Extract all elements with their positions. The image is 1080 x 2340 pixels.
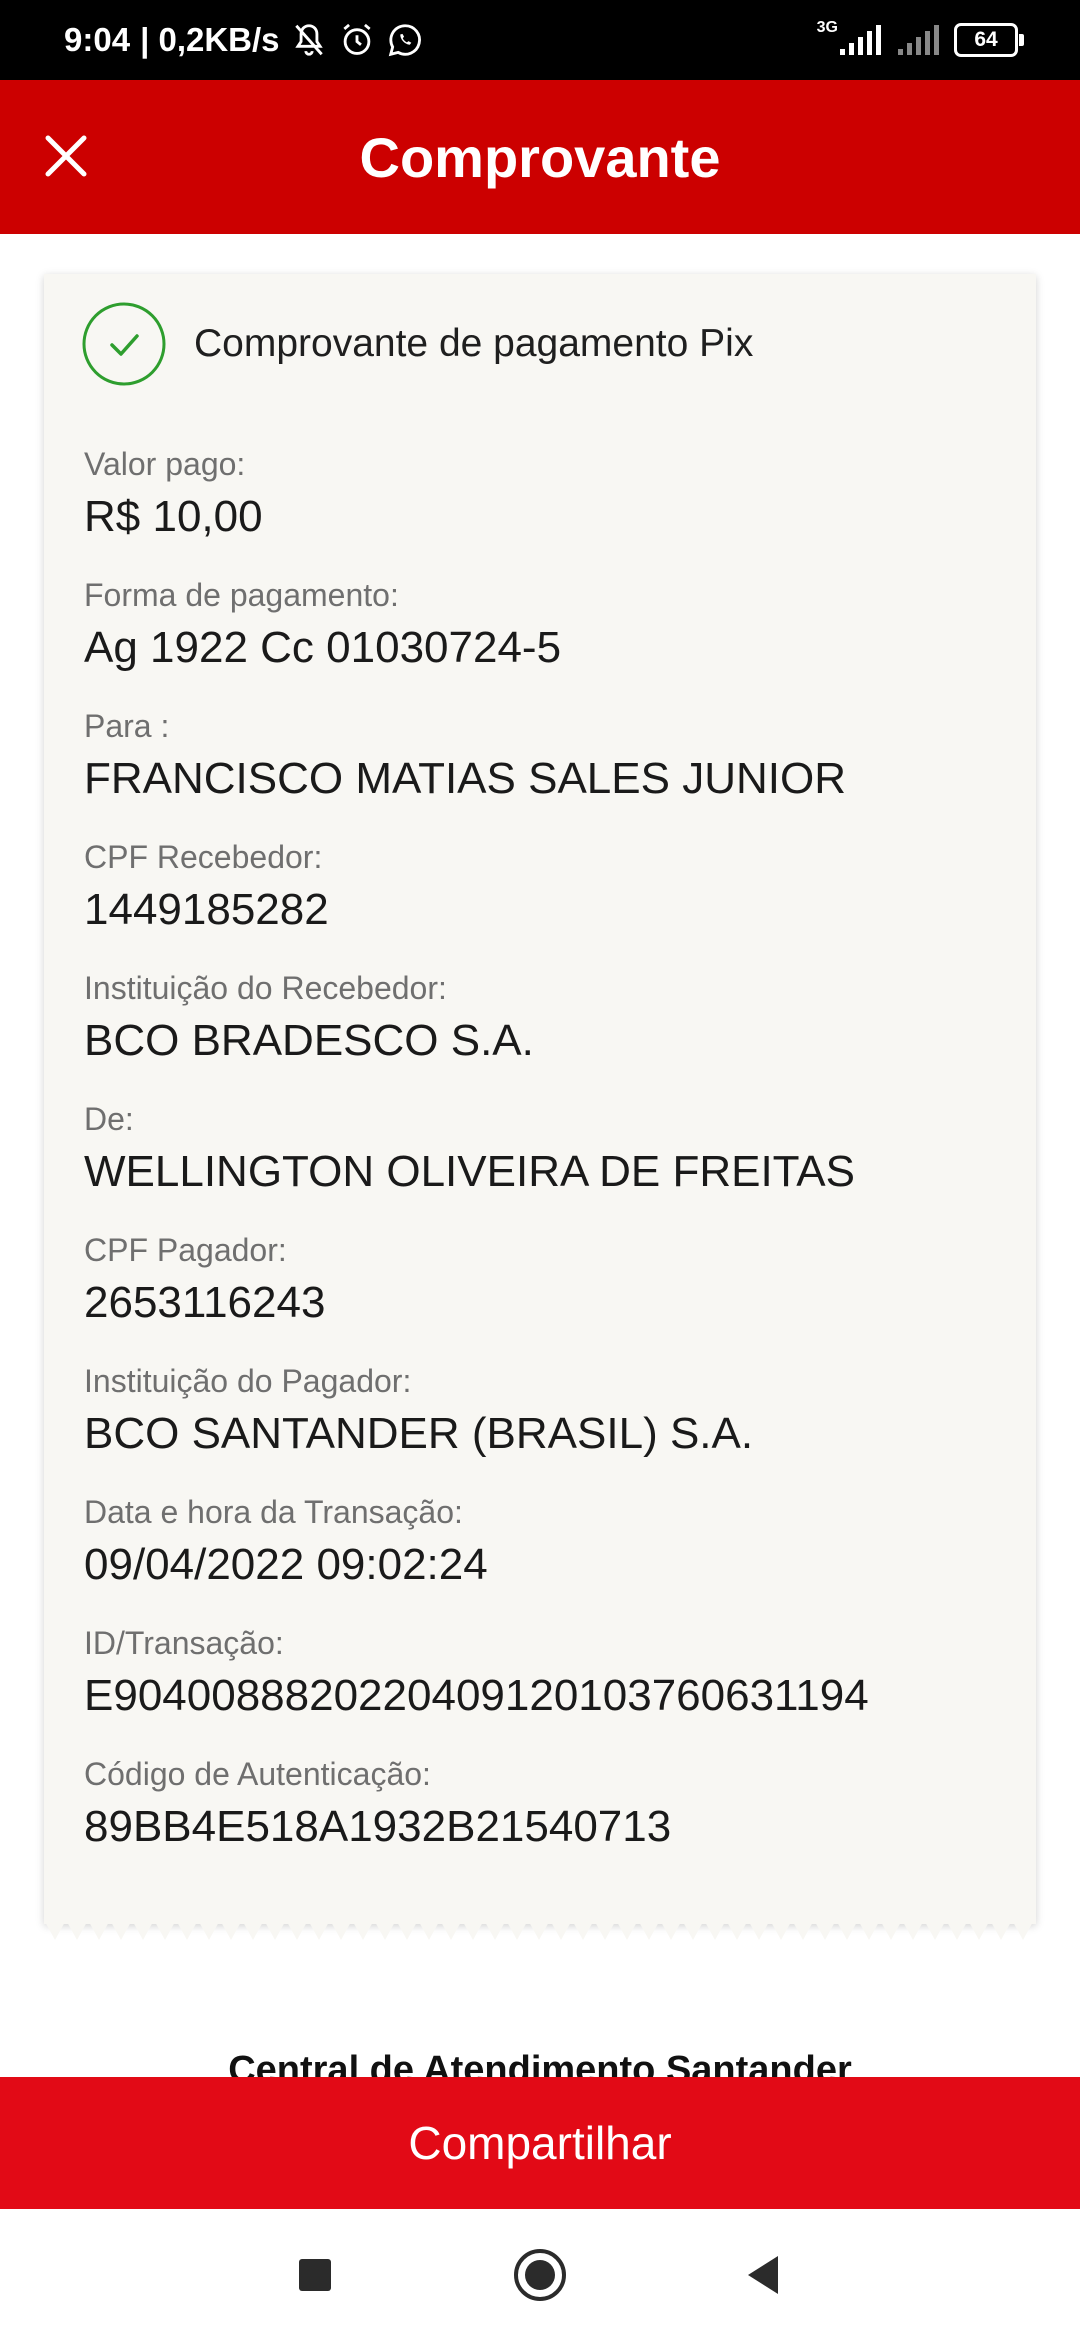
field-value: 1449185282 (84, 885, 329, 934)
field-valor-pago: Valor pago: R$ 10,00 (84, 444, 1004, 575)
field-de: De: WELLINGTON OLIVEIRA DE FREITAS (84, 1099, 1004, 1230)
field-instituicao-pagador: Instituição do Pagador: BCO SANTANDER (B… (84, 1361, 1004, 1492)
field-label: Data e hora da Transação: (84, 1494, 463, 1530)
field-value: 89BB4E518A1932B21540713 (84, 1802, 672, 1851)
field-cpf-recebedor: CPF Recebedor: 1449185282 (84, 837, 1004, 968)
battery-level: 64 (974, 28, 998, 51)
field-value: 2653116243 (84, 1278, 326, 1327)
field-label: CPF Pagador: (84, 1232, 287, 1268)
field-label: ID/Transação: (84, 1625, 284, 1661)
share-button[interactable]: Compartilhar (0, 2077, 1080, 2209)
status-left: 9:04 | 0,2KB/s (64, 0, 424, 80)
field-data-hora: Data e hora da Transação: 09/04/2022 09:… (84, 1492, 1004, 1623)
field-label: Para : (84, 708, 170, 744)
battery-icon: 64 (954, 23, 1024, 57)
receipt-header: Comprovante de pagamento Pix (82, 302, 753, 386)
receipt-card: Comprovante de pagamento Pix Valor pago:… (44, 274, 1036, 1924)
field-label: Valor pago: (84, 446, 246, 482)
clock: 9:04 (64, 21, 131, 58)
bell-muted-icon (294, 24, 323, 56)
network-speed: | 0,2KB/s (140, 21, 280, 58)
field-label: De: (84, 1101, 134, 1137)
status-bar: 9:04 | 0,2KB/s 3G 64 (0, 0, 1080, 80)
field-label: Forma de pagamento: (84, 577, 399, 613)
signal-strength-icon (840, 25, 881, 55)
back-triangle-icon (748, 2256, 778, 2294)
app-header: Comprovante (0, 80, 1080, 234)
close-button[interactable] (24, 114, 108, 198)
system-nav-bar (0, 2209, 1080, 2340)
field-codigo-autenticacao: Código de Autenticação: 89BB4E518A1932B2… (84, 1754, 1004, 1885)
field-value: Ag 1922 Cc 01030724-5 (84, 623, 562, 672)
field-forma-pagamento: Forma de pagamento: Ag 1922 Cc 01030724-… (84, 575, 1004, 706)
home-button[interactable] (502, 2237, 578, 2313)
field-label: Instituição do Pagador: (84, 1363, 412, 1399)
receipt-fields: Valor pago: R$ 10,00 Forma de pagamento:… (84, 444, 1004, 1885)
signal-weak-icon (898, 25, 939, 55)
status-right: 3G 64 (816, 0, 1024, 80)
field-label: Instituição do Recebedor: (84, 970, 447, 1006)
field-value: WELLINGTON OLIVEIRA DE FREITAS (84, 1147, 855, 1196)
field-instituicao-recebedor: Instituição do Recebedor: BCO BRADESCO S… (84, 968, 1004, 1099)
field-value: 09/04/2022 09:02:24 (84, 1540, 488, 1589)
page-title: Comprovante (359, 125, 721, 189)
close-icon (45, 135, 87, 177)
field-cpf-pagador: CPF Pagador: 2653116243 (84, 1230, 1004, 1361)
field-value: E90400888202204091201037606311​94 (84, 1671, 869, 1720)
field-para: Para : FRANCISCO MATIAS SALES JUNIOR (84, 706, 1004, 837)
field-id-transacao: ID/Transação: E9040088820220409120103760… (84, 1623, 1004, 1754)
field-value: FRANCISCO MATIAS SALES JUNIOR (84, 754, 846, 803)
recent-apps-button[interactable] (277, 2237, 353, 2313)
field-value: BCO SANTANDER (BRASIL) S.A. (84, 1409, 754, 1458)
square-icon (299, 2259, 331, 2291)
receipt-torn-edge (44, 1920, 1036, 1940)
field-value: BCO BRADESCO S.A. (84, 1016, 534, 1065)
alarm-icon (342, 23, 371, 55)
network-type: 3G (816, 19, 838, 36)
check-circle-icon (82, 302, 166, 386)
field-label: CPF Recebedor: (84, 839, 323, 875)
whatsapp-icon (388, 24, 421, 57)
back-button[interactable] (724, 2237, 800, 2313)
field-label: Código de Autenticação: (84, 1756, 431, 1792)
field-value: R$ 10,00 (84, 492, 263, 541)
home-circle-icon (514, 2249, 566, 2301)
receipt-title: Comprovante de pagamento Pix (194, 322, 754, 365)
